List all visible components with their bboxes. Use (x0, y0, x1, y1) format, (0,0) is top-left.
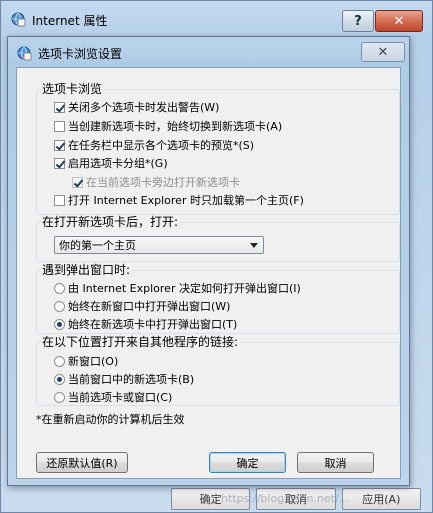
open-next-to-current-checkbox (72, 176, 83, 188)
open-next-to-current-label: 在当前选项卡旁边打开新选项卡 (86, 176, 240, 189)
internet-options-icon (17, 46, 32, 61)
tab-groups-checkbox[interactable] (54, 157, 65, 169)
tab-groups-label: 启用选项卡分组*(G) (68, 157, 168, 170)
option-popup-new-tab[interactable]: 始终在新选项卡中打开弹出窗口(T) (54, 316, 237, 332)
popup-ie-decides-radio[interactable] (54, 282, 65, 294)
outer-help-button[interactable]: ? (342, 10, 374, 32)
dialog-titlebar[interactable]: 选项卡浏览设置 ✕ (8, 37, 409, 65)
outer-titlebar[interactable]: Internet 属性 ? ✕ (1, 1, 432, 35)
link-new-tab-radio[interactable] (54, 373, 65, 385)
dialog-close-button[interactable]: ✕ (361, 42, 405, 62)
external-links-legend: 在以下位置打开来自其他程序的链接: (40, 335, 241, 349)
link-current-tab-radio[interactable] (54, 391, 65, 403)
ok-button[interactable]: 确定 (209, 452, 286, 473)
option-link-new-window[interactable]: 新窗口(O) (54, 353, 118, 369)
taskbar-previews-checkbox[interactable] (54, 139, 65, 151)
option-switch-new-tab[interactable]: 当创建新选项卡时，始终切换到新选项卡(A) (54, 118, 282, 134)
link-new-window-radio[interactable] (54, 355, 65, 367)
popup-new-tab-label: 始终在新选项卡中打开弹出窗口(T) (68, 318, 238, 331)
link-current-tab-label: 当前选项卡或窗口(C) (68, 391, 173, 404)
option-open-next-to-current: 在当前选项卡旁边打开新选项卡 (72, 174, 240, 190)
option-popup-ie-decides[interactable]: 由 Internet Explorer 决定如何打开弹出窗口(I) (54, 280, 301, 296)
option-taskbar-previews[interactable]: 在任务栏中显示各个选项卡的预览*(S) (54, 137, 254, 153)
warn-close-tabs-checkbox[interactable] (54, 101, 65, 113)
option-load-first-home-page[interactable]: 打开 Internet Explorer 时只加载第一个主页(F) (54, 192, 304, 208)
outer-close-button[interactable]: ✕ (375, 10, 423, 32)
popup-ie-decides-label: 由 Internet Explorer 决定如何打开弹出窗口(I) (68, 282, 301, 295)
option-link-new-tab[interactable]: 当前窗口中的新选项卡(B) (54, 371, 194, 387)
dialog-title: 选项卡浏览设置 (38, 47, 123, 61)
popup-new-window-radio[interactable] (54, 300, 65, 312)
switch-new-tab-label: 当创建新选项卡时，始终切换到新选项卡(A) (68, 120, 283, 133)
cancel-button[interactable]: 取消 (297, 452, 374, 473)
watermark: https://blog.csdn.net/... (221, 492, 350, 505)
taskbar-previews-label: 在任务栏中显示各个选项卡的预览*(S) (68, 139, 255, 152)
dropdown-arrow-icon (250, 243, 258, 248)
restore-defaults-button[interactable]: 还原默认值(R) (36, 452, 128, 473)
outer-window-title: Internet 属性 (32, 14, 108, 28)
load-first-home-page-checkbox[interactable] (54, 194, 65, 206)
tab-browsing-legend: 选项卡浏览 (40, 82, 105, 96)
option-tab-groups[interactable]: 启用选项卡分组*(G) (54, 155, 168, 171)
load-first-home-page-label: 打开 Internet Explorer 时只加载第一个主页(F) (68, 194, 304, 207)
option-popup-new-window[interactable]: 始终在新窗口中打开弹出窗口(W) (54, 298, 230, 314)
link-new-tab-label: 当前窗口中的新选项卡(B) (68, 373, 195, 386)
option-warn-close-tabs[interactable]: 关闭多个选项卡时发出警告(W) (54, 99, 219, 115)
switch-new-tab-checkbox[interactable] (54, 120, 65, 132)
internet-options-icon (11, 12, 26, 27)
restart-footnote: *在重新启动你的计算机后生效 (36, 413, 185, 426)
new-tab-dropdown[interactable]: 你的第一个主页 (54, 236, 264, 254)
link-new-window-label: 新窗口(O) (68, 355, 119, 368)
warn-close-tabs-label: 关闭多个选项卡时发出警告(W) (68, 101, 220, 114)
popup-new-tab-radio[interactable] (54, 318, 65, 330)
outer-apply-button[interactable]: 应用(A) (341, 488, 421, 510)
new-tab-legend: 在打开新选项卡后，打开: (40, 215, 181, 229)
new-tab-dropdown-value: 你的第一个主页 (59, 239, 136, 252)
popup-new-window-label: 始终在新窗口中打开弹出窗口(W) (68, 300, 231, 313)
popups-legend: 遇到弹出窗口时: (40, 263, 133, 277)
option-link-current-tab[interactable]: 当前选项卡或窗口(C) (54, 389, 172, 405)
